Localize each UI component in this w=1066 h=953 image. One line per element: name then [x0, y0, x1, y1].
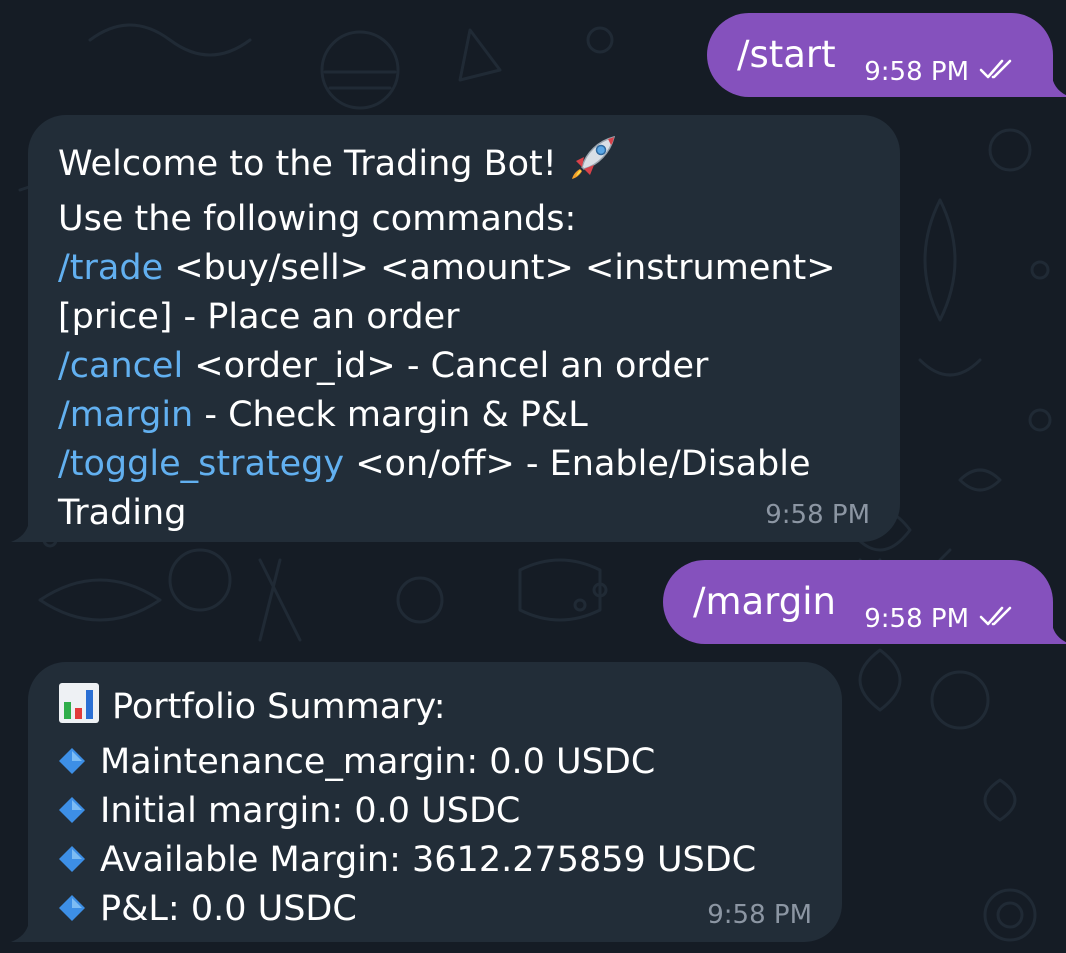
bubble-tail	[1052, 77, 1066, 97]
command-link-trade[interactable]: /trade	[58, 248, 163, 288]
message-line: Welcome to the Trading Bot!	[58, 135, 870, 195]
bubble-tail	[1052, 624, 1066, 644]
message-meta: 9:58 PM	[864, 57, 1019, 87]
blue-diamond-icon	[58, 887, 86, 921]
command-link-cancel[interactable]: /cancel	[58, 346, 183, 386]
rocket-icon	[568, 135, 616, 195]
message-line: /toggle_strategy <on/off> - Enable/Disab…	[58, 444, 811, 484]
message-meta: 9:58 PM	[864, 604, 1019, 634]
message-line: P&L: 0.0 USDC	[58, 885, 812, 934]
message-line: Available Margin: 3612.275859 USDC	[58, 836, 812, 885]
message-line: /margin - Check margin & P&L	[58, 395, 588, 435]
blue-diamond-icon	[58, 740, 86, 774]
message-time: 9:58 PM	[864, 604, 969, 634]
message-line: Maintenance_margin: 0.0 USDC	[58, 738, 812, 787]
message-time: 9:58 PM	[707, 900, 812, 930]
message-incoming-welcome[interactable]: Welcome to the Trading Bot! Use the foll…	[28, 115, 900, 542]
message-outgoing-margin[interactable]: /margin 9:58 PM	[663, 560, 1053, 644]
message-outgoing-start[interactable]: /start 9:58 PM	[707, 13, 1053, 97]
message-text: /start	[737, 33, 836, 76]
bubble-tail	[11, 922, 29, 942]
message-line: /trade <buy/sell> <amount> <instrument>	[58, 248, 836, 288]
blue-diamond-icon	[58, 838, 86, 872]
double-check-icon	[979, 604, 1019, 634]
message-line: [price] - Place an order	[58, 297, 460, 337]
message-incoming-portfolio[interactable]: Portfolio Summary: Maintenance_margin: 0…	[28, 662, 842, 942]
message-line: /cancel <order_id> - Cancel an order	[58, 346, 709, 386]
bar-chart-icon	[58, 682, 100, 738]
double-check-icon	[979, 57, 1019, 87]
command-link-toggle-strategy[interactable]: /toggle_strategy	[58, 444, 344, 484]
message-line: Use the following commands:	[58, 199, 577, 239]
message-line: Trading	[58, 493, 187, 533]
blue-diamond-icon	[58, 789, 86, 823]
message-line: Initial margin: 0.0 USDC	[58, 787, 812, 836]
message-time: 9:58 PM	[864, 57, 969, 87]
message-text: /margin	[693, 580, 836, 623]
message-time: 9:58 PM	[765, 500, 870, 530]
bubble-tail	[11, 522, 29, 542]
command-link-margin[interactable]: /margin	[58, 395, 193, 435]
message-line: Portfolio Summary:	[58, 682, 812, 738]
